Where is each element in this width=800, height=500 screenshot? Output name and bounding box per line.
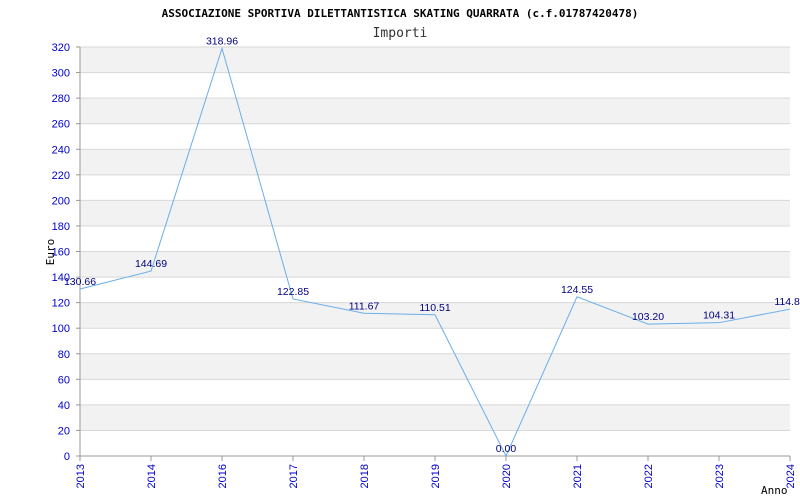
- grid-band: [80, 47, 790, 73]
- line-chart: ASSOCIAZIONE SPORTIVA DILETTANTISTICA SK…: [44, 7, 800, 497]
- data-label: 103.20: [632, 311, 664, 323]
- y-tick-label: 260: [52, 119, 70, 131]
- x-tick-label: 2020: [501, 464, 513, 488]
- grid-band: [80, 149, 790, 175]
- x-tick-label: 2023: [714, 464, 726, 488]
- y-tick-label: 80: [58, 349, 70, 361]
- data-label: 122.85: [277, 286, 309, 298]
- x-axis-label: Anno: [761, 484, 788, 497]
- data-label: 130.66: [64, 276, 96, 288]
- chart-title: ASSOCIAZIONE SPORTIVA DILETTANTISTICA SK…: [162, 7, 639, 20]
- data-label: 111.67: [349, 300, 380, 312]
- data-label: 114.87: [774, 296, 800, 308]
- grid-band: [80, 404, 790, 431]
- y-tick-label: 240: [52, 144, 70, 156]
- grid-band: [80, 72, 790, 99]
- x-tick-label: 2022: [643, 464, 655, 488]
- grid-band: [80, 98, 790, 124]
- x-tick-label: 2013: [75, 464, 87, 488]
- x-tick-label: 2014: [146, 464, 158, 488]
- grid-band: [80, 174, 790, 201]
- grid-band: [80, 200, 790, 226]
- x-tick-label: 2021: [572, 464, 584, 488]
- y-tick-label: 280: [52, 93, 70, 105]
- y-tick-label: 180: [52, 221, 70, 233]
- grid-band: [80, 430, 790, 456]
- y-tick-label: 120: [52, 298, 70, 310]
- grid-band: [80, 225, 790, 252]
- grid-band: [80, 123, 790, 150]
- x-tick-label: 2018: [359, 464, 371, 488]
- data-label: 0.00: [496, 443, 517, 455]
- y-tick-label: 300: [52, 68, 70, 80]
- y-tick-label: 40: [58, 400, 70, 412]
- grid-band: [80, 379, 790, 405]
- chart-stage: ASSOCIAZIONE SPORTIVA DILETTANTISTICA SK…: [0, 0, 800, 500]
- data-label: 104.31: [703, 310, 735, 322]
- y-tick-label: 60: [58, 374, 70, 386]
- data-label: 110.51: [419, 302, 450, 314]
- y-tick-label: 200: [52, 195, 70, 207]
- grid-band: [80, 251, 790, 278]
- chart-subtitle: Importi: [373, 26, 428, 41]
- y-tick-label: 20: [58, 425, 70, 437]
- x-tick-label: 2016: [217, 464, 229, 488]
- x-tick-label: 2017: [288, 464, 300, 488]
- grid-band: [80, 328, 790, 354]
- x-tick-label: 2019: [430, 464, 442, 488]
- data-label: 124.55: [561, 284, 593, 296]
- data-label: 144.69: [135, 258, 167, 270]
- data-label: 318.96: [206, 35, 238, 47]
- x-axis-ticks: 2013 2014 2016 2017 2018 2019 2020 2021 2022 2023…: [75, 456, 797, 488]
- grid-band: [80, 353, 790, 380]
- y-tick-label: 100: [52, 323, 70, 335]
- y-axis-label: Euro: [44, 239, 57, 266]
- y-tick-label: 220: [52, 170, 70, 182]
- y-tick-label: 0: [64, 451, 70, 463]
- y-tick-label: 320: [52, 42, 70, 54]
- grid-band: [80, 277, 790, 303]
